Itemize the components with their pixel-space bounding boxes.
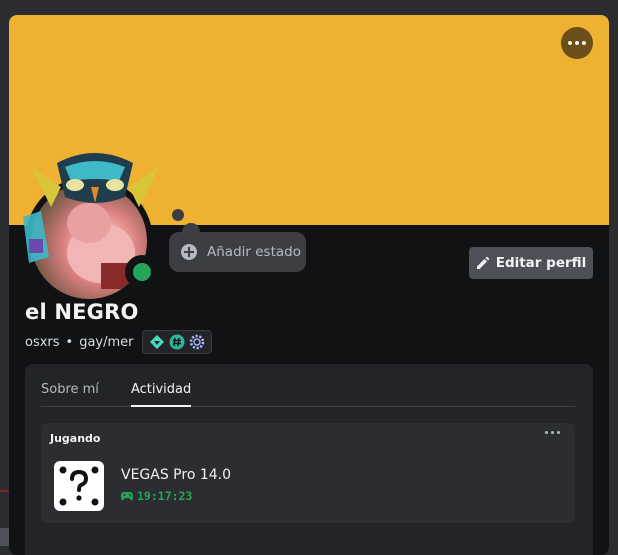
display-name: el NEGRO: [25, 300, 139, 324]
dot-icon: [544, 431, 548, 434]
status-bubble-dot: [172, 209, 184, 221]
hashtag-icon[interactable]: [169, 334, 185, 350]
background-strip: [0, 0, 9, 546]
add-status-label: Añadir estado: [207, 244, 301, 260]
edit-profile-label: Editar perfil: [495, 255, 587, 271]
controller-icon: [121, 492, 133, 501]
dot-icon: [575, 41, 579, 45]
profile-tabs: Sobre mí Actividad: [41, 364, 575, 407]
username[interactable]: osxrs: [25, 335, 60, 350]
profile-card: Añadir estado Editar perfil el NEGRO osx…: [9, 15, 609, 555]
activity-header: Jugando: [50, 432, 101, 445]
tab-activity[interactable]: Actividad: [130, 364, 192, 407]
plus-circle-icon: [181, 244, 197, 260]
dot-icon: [550, 431, 554, 434]
hypesquad-balance-icon[interactable]: [149, 334, 165, 350]
more-options-button[interactable]: [561, 27, 593, 59]
pronouns: gay/mer: [79, 334, 134, 350]
username-line: osxrs • gay/mer: [25, 330, 212, 354]
avatar[interactable]: [21, 147, 161, 305]
tab-about-me[interactable]: Sobre mí: [41, 364, 99, 406]
add-status-button[interactable]: Añadir estado: [169, 232, 306, 272]
profile-panel: Sobre mí Actividad Jugando VEGAS Pro 14.…: [25, 364, 593, 555]
activity-more-button[interactable]: [543, 431, 561, 434]
background-divider: [0, 490, 9, 492]
game-name: VEGAS Pro 14.0: [121, 467, 232, 483]
dot-icon: [556, 431, 560, 434]
gear-badge-icon[interactable]: [189, 334, 205, 350]
unknown-game-icon: [54, 461, 104, 511]
separator: •: [65, 334, 74, 350]
background-block: [0, 528, 9, 546]
edit-profile-button[interactable]: Editar perfil: [469, 247, 593, 279]
online-status-icon: [133, 263, 151, 281]
dot-icon: [568, 41, 572, 45]
elapsed-time: 19:17:23: [121, 489, 192, 503]
dot-icon: [582, 41, 586, 45]
elapsed-time-value: 19:17:23: [137, 489, 193, 503]
badge-list: [141, 330, 212, 354]
activity-card: Jugando VEGAS Pro 14.0 19:17:23: [41, 423, 575, 523]
pencil-icon: [476, 256, 489, 269]
